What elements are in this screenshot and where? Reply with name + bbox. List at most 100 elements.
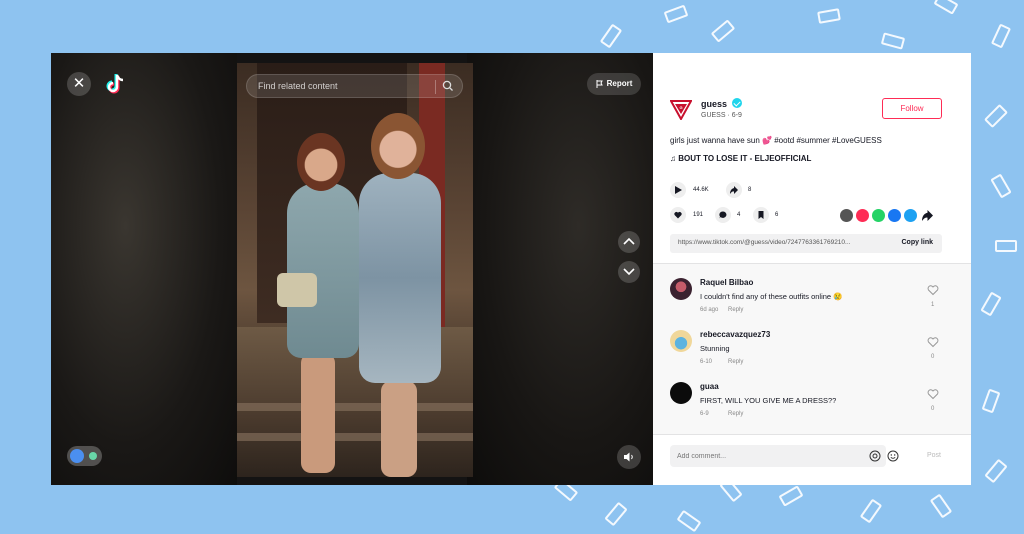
follow-button[interactable]: Follow [882, 98, 942, 119]
close-icon: ✕ [72, 75, 86, 92]
heart-outline-icon[interactable] [927, 388, 939, 400]
avatar[interactable] [670, 382, 692, 404]
comment-text: FIRST, WILL YOU GIVE ME A DRESS?? [700, 396, 837, 405]
photo-street-stripe [237, 403, 473, 411]
svg-text:G: G [679, 105, 682, 110]
confetti-decoration [990, 173, 1012, 199]
post-link-bar: https://www.tiktok.com/@guess/video/7247… [670, 234, 942, 253]
comment-text: Stunning [700, 344, 730, 353]
previous-video-button[interactable] [618, 231, 640, 253]
comments-list[interactable]: Raquel Bilbao I couldn't find any of the… [653, 264, 971, 434]
save-count: 6 [775, 212, 779, 218]
photo-street-stripe [237, 433, 473, 441]
comment-count: 4 [737, 212, 741, 218]
comment-item: guaa FIRST, WILL YOU GIVE ME A DRESS?? 6… [670, 382, 960, 432]
video-player[interactable]: ✕ Find related content Report [51, 53, 653, 485]
avatar[interactable] [670, 330, 692, 352]
reply-button[interactable]: Reply [728, 359, 743, 365]
confetti-decoration [990, 23, 1012, 49]
volume-button[interactable] [617, 445, 641, 469]
post-comment-button[interactable]: Post [927, 452, 941, 459]
photo-figure [371, 113, 425, 179]
confetti-decoration [599, 23, 623, 49]
report-button[interactable]: Report [587, 73, 641, 95]
search-input[interactable]: Find related content [258, 81, 338, 91]
post-link-url[interactable]: https://www.tiktok.com/@guess/video/7247… [678, 239, 873, 246]
confetti-decoration [995, 240, 1017, 252]
share-count-icon [726, 182, 742, 198]
confetti-decoration [933, 0, 959, 15]
confetti-decoration [859, 498, 883, 524]
emoji-icon[interactable] [887, 450, 899, 462]
more-share-icon[interactable] [922, 210, 933, 221]
music-track[interactable]: ♫ BOUT TO LOSE IT - ELJEOFFICIAL [670, 154, 811, 163]
confetti-decoration [663, 4, 689, 24]
toggle-knob [70, 449, 84, 463]
heart-icon [674, 212, 682, 219]
photo-figure [381, 381, 417, 477]
confetti-decoration [929, 493, 953, 519]
comment-composer [670, 445, 899, 467]
confetti-decoration [981, 388, 1001, 414]
mention-icon[interactable] [869, 450, 881, 462]
related-content-search[interactable]: Find related content [246, 74, 463, 98]
like-button[interactable] [670, 207, 686, 223]
divider [653, 434, 971, 435]
add-comment-input[interactable] [670, 445, 850, 467]
video-frame[interactable] [237, 63, 473, 477]
photo-figure [287, 183, 359, 358]
play-count-icon [670, 182, 686, 198]
comment-like-count: 0 [931, 406, 935, 412]
photo-figure [297, 133, 345, 191]
confetti-decoration [676, 509, 702, 533]
comment-like-count: 1 [931, 302, 935, 308]
confetti-decoration [984, 458, 1008, 484]
avatar[interactable] [670, 278, 692, 300]
volume-icon [624, 452, 633, 462]
comment-date: 6-9 [700, 411, 709, 417]
tiktok-post-window: ✕ Find related content Report G guess GU… [51, 53, 971, 485]
twitter-icon[interactable] [904, 209, 917, 222]
confetti-decoration [817, 8, 841, 24]
copy-link-button[interactable]: Copy link [901, 239, 933, 246]
comment-like-count: 0 [931, 354, 935, 360]
flag-icon [596, 79, 603, 88]
photo-figure [301, 353, 335, 473]
confetti-decoration [983, 103, 1009, 129]
author-username[interactable]: guess [701, 99, 727, 109]
close-button[interactable]: ✕ [67, 72, 91, 96]
reply-button[interactable]: Reply [728, 307, 743, 313]
autoscroll-toggle[interactable] [67, 446, 102, 466]
tiktok-logo-icon[interactable] [104, 72, 126, 96]
comment-icon [719, 211, 727, 219]
whatsapp-icon[interactable] [872, 209, 885, 222]
toggle-indicator [89, 452, 97, 460]
author-handle-date: GUESS · 6-9 [701, 112, 742, 119]
search-divider [435, 80, 436, 94]
reply-button[interactable]: Reply [728, 411, 743, 417]
post-details-panel: G guess GUESS · 6-9 Follow girls just wa… [653, 53, 971, 485]
comment-author[interactable]: Raquel Bilbao [700, 278, 753, 287]
facebook-icon[interactable] [888, 209, 901, 222]
heart-outline-icon[interactable] [927, 336, 939, 348]
comment-button[interactable] [715, 207, 731, 223]
comment-text: I couldn't find any of these outfits onl… [700, 292, 843, 301]
embed-share-icon[interactable] [840, 209, 853, 222]
save-button[interactable] [753, 207, 769, 223]
comment-date: 6d ago [700, 307, 719, 313]
confetti-decoration [710, 19, 736, 43]
video-blur-background-left [51, 53, 237, 485]
play-count: 44.6K [693, 187, 709, 193]
comment-item: rebeccavazquez73 Stunning 6-10 Reply 0 [670, 330, 960, 380]
search-icon[interactable] [442, 80, 454, 92]
like-count: 191 [693, 212, 704, 218]
send-to-friends-icon[interactable] [856, 209, 869, 222]
guess-logo-avatar[interactable]: G [670, 98, 692, 120]
comment-author[interactable]: guaa [700, 382, 719, 391]
confetti-decoration [880, 32, 906, 50]
comment-author[interactable]: rebeccavazquez73 [700, 330, 770, 339]
next-video-button[interactable] [618, 261, 640, 283]
chevron-down-icon [623, 268, 635, 276]
heart-outline-icon[interactable] [927, 284, 939, 296]
post-caption: girls just wanna have sun 💕 #ootd #summe… [670, 136, 882, 145]
